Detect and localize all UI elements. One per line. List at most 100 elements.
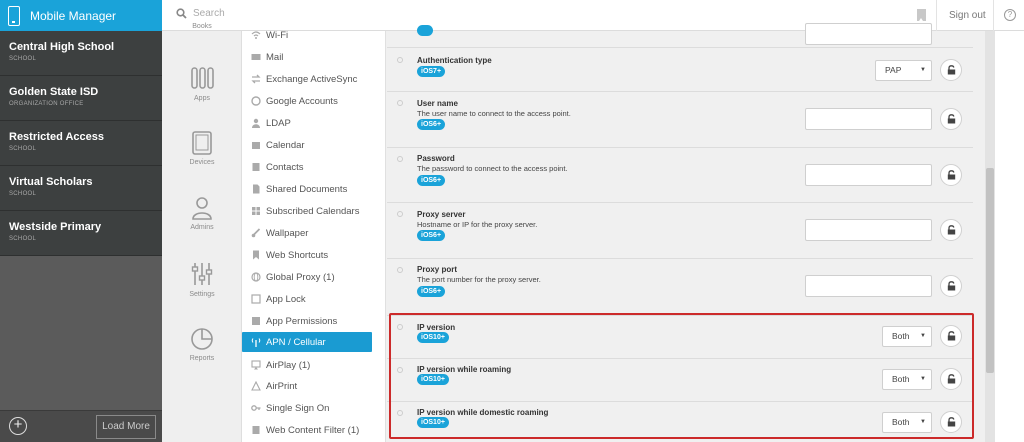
setting-ip-version: IP version iOS10+ Both ▼ xyxy=(387,316,973,359)
scrollbar-thumb[interactable] xyxy=(986,168,994,373)
lock-toggle[interactable] xyxy=(940,59,962,81)
nav-books[interactable]: Books xyxy=(162,23,242,30)
payload-wallpaper[interactable]: Wallpaper xyxy=(242,223,386,243)
organization-list: Central High School SCHOOL Golden State … xyxy=(0,31,162,256)
main-nav: Books Apps Devices Admins Settings Repor… xyxy=(162,23,242,442)
airplay-icon xyxy=(251,360,261,370)
bookmark-icon[interactable] xyxy=(917,9,926,21)
password-input[interactable] xyxy=(805,164,932,186)
paintbrush-icon xyxy=(251,228,261,238)
payload-web-content-filter[interactable]: Web Content Filter (1) xyxy=(242,420,386,440)
payload-airplay[interactable]: AirPlay (1) xyxy=(242,355,386,375)
setting-title: Authentication type xyxy=(417,56,492,65)
payload-exchange-activesync[interactable]: Exchange ActiveSync xyxy=(242,69,386,89)
payload-subscribed-calendars[interactable]: Subscribed Calendars xyxy=(242,201,386,221)
lock-icon xyxy=(947,170,956,180)
payload-single-sign-on[interactable]: Single Sign On xyxy=(242,398,386,418)
nav-apps[interactable]: Apps xyxy=(162,65,242,102)
payload-mail[interactable]: Mail xyxy=(242,47,386,67)
chevron-down-icon: ▼ xyxy=(920,419,926,425)
calendar-icon xyxy=(251,140,261,150)
setting-radio[interactable] xyxy=(397,410,403,416)
nav-devices[interactable]: Devices xyxy=(162,131,242,166)
setting-title: IP version while domestic roaming xyxy=(417,408,549,417)
payload-apn-cellular[interactable]: APN / Cellular xyxy=(242,332,372,352)
nav-admins[interactable]: Admins xyxy=(162,196,242,231)
key-icon xyxy=(251,403,261,413)
select-value: Both xyxy=(892,374,910,384)
right-gutter xyxy=(995,31,1024,442)
lock-toggle[interactable] xyxy=(940,325,962,347)
setting-proxy-port: Proxy port The port number for the proxy… xyxy=(387,259,973,316)
setting-title: Proxy server xyxy=(417,210,466,219)
cellular-antenna-icon xyxy=(251,337,261,347)
payload-app-lock[interactable]: App Lock xyxy=(242,289,386,309)
ip-version-roaming-select[interactable]: Both ▼ xyxy=(882,369,932,390)
setting-radio[interactable] xyxy=(397,367,403,373)
payload-label: Web Content Filter (1) xyxy=(266,424,360,436)
payload-wifi[interactable]: Wi-Fi xyxy=(242,25,386,45)
lock-toggle[interactable] xyxy=(940,108,962,130)
contacts-icon xyxy=(251,162,261,172)
setting-radio[interactable] xyxy=(397,100,403,106)
nav-reports[interactable]: Reports xyxy=(162,327,242,362)
nav-settings[interactable]: Settings xyxy=(162,261,242,298)
payload-label: AirPrint xyxy=(266,380,298,392)
payload-global-proxy[interactable]: Global Proxy (1) xyxy=(242,267,386,287)
payload-ldap[interactable]: LDAP xyxy=(242,113,386,133)
proxy-server-input[interactable] xyxy=(805,219,932,241)
org-item-virtual-scholars[interactable]: Virtual Scholars SCHOOL xyxy=(0,166,162,211)
setting-radio[interactable] xyxy=(397,211,403,217)
org-item-westside-primary[interactable]: Westside Primary SCHOOL xyxy=(0,211,162,256)
setting-radio[interactable] xyxy=(397,267,403,273)
lock-toggle[interactable] xyxy=(940,368,962,390)
ios-version-badge: iOS10+ xyxy=(417,374,449,385)
payload-app-permissions[interactable]: App Permissions xyxy=(242,311,386,331)
payload-contacts[interactable]: Contacts xyxy=(242,157,386,177)
search-input[interactable]: Search xyxy=(193,8,225,19)
ip-version-select[interactable]: Both ▼ xyxy=(882,326,932,347)
setting-row-partial xyxy=(387,23,973,48)
org-name: Restricted Access xyxy=(9,131,104,143)
payload-calendar[interactable]: Calendar xyxy=(242,135,386,155)
org-item-restricted-access[interactable]: Restricted Access SCHOOL xyxy=(0,121,162,166)
add-organization-button[interactable]: + xyxy=(9,417,27,435)
payload-label: APN / Cellular xyxy=(266,336,326,348)
lock-icon xyxy=(947,417,956,427)
google-icon xyxy=(251,96,261,106)
setting-description: The user name to connect to the access p… xyxy=(417,109,571,118)
payload-label: Contacts xyxy=(266,161,304,173)
sign-out-link[interactable]: Sign out xyxy=(949,10,986,21)
setting-radio[interactable] xyxy=(397,324,403,330)
setting-description: The password to connect to the access po… xyxy=(417,164,568,173)
user-name-input[interactable] xyxy=(805,108,932,130)
payload-web-shortcuts[interactable]: Web Shortcuts xyxy=(242,245,386,265)
document-icon xyxy=(251,184,261,194)
proxy-port-input[interactable] xyxy=(805,275,932,297)
payload-label: Global Proxy (1) xyxy=(266,271,335,283)
ip-version-domestic-roaming-select[interactable]: Both ▼ xyxy=(882,412,932,433)
org-item-golden-state-isd[interactable]: Golden State ISD ORGANIZATION OFFICE xyxy=(0,76,162,121)
help-icon[interactable]: ? xyxy=(1004,9,1016,21)
setting-radio[interactable] xyxy=(397,156,403,162)
lock-toggle[interactable] xyxy=(940,219,962,241)
lock-toggle[interactable] xyxy=(940,411,962,433)
chevron-down-icon: ▼ xyxy=(920,67,926,73)
setting-description: Hostname or IP for the proxy server. xyxy=(417,220,538,229)
pie-chart-icon xyxy=(191,328,213,350)
search-bar[interactable]: Search xyxy=(176,8,225,19)
lock-toggle[interactable] xyxy=(940,275,962,297)
org-item-central-high-school[interactable]: Central High School SCHOOL xyxy=(0,31,162,76)
org-name: Golden State ISD xyxy=(9,86,99,98)
load-more-button[interactable]: Load More xyxy=(96,415,156,439)
lock-toggle[interactable] xyxy=(940,164,962,186)
payload-airprint[interactable]: AirPrint xyxy=(242,376,386,396)
app-brand[interactable]: Mobile Manager xyxy=(0,0,162,31)
payload-label: Single Sign On xyxy=(266,402,330,414)
payload-google-accounts[interactable]: Google Accounts xyxy=(242,91,386,111)
payload-shared-documents[interactable]: Shared Documents xyxy=(242,179,386,199)
setting-radio[interactable] xyxy=(397,57,403,63)
partial-text-field[interactable] xyxy=(805,23,932,45)
authentication-type-select[interactable]: PAP ▼ xyxy=(875,60,932,81)
setting-proxy-server: Proxy server Hostname or IP for the prox… xyxy=(387,203,973,259)
